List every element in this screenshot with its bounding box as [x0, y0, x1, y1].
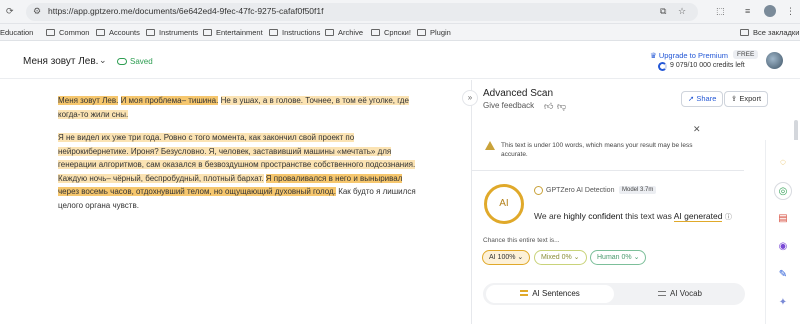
model-badge: Model 3.7m — [619, 186, 657, 194]
assistant-icon[interactable]: ◌ — [774, 154, 792, 172]
give-feedback-label: Give feedback — [483, 101, 535, 110]
folder-icon — [417, 29, 426, 36]
spiral-icon[interactable]: ◉ — [774, 238, 792, 256]
warning-icon — [485, 141, 495, 150]
share-button[interactable]: ➚ Share — [681, 91, 724, 107]
bookmark-folder[interactable]: Education — [0, 28, 33, 37]
credits-left: 9 079/10 000 credits left — [670, 62, 745, 69]
folder-icon — [269, 29, 278, 36]
tab-ai-sentences[interactable]: AI Sentences — [486, 285, 614, 303]
highlighted-sentence[interactable]: И моя проблема– тишина. — [120, 96, 219, 105]
profile-avatar[interactable] — [764, 5, 776, 17]
ai-percentage-pill[interactable]: AI 100% ⌄ — [482, 250, 531, 265]
bookmark-folder[interactable]: Plugin — [417, 28, 451, 37]
cloud-check-icon — [117, 58, 127, 65]
export-button[interactable]: ⇪ Export — [724, 91, 769, 107]
plan-badge: FREE — [733, 50, 759, 59]
highlighted-sentence[interactable]: Меня зовут Лев. — [58, 96, 119, 105]
menu-icon[interactable]: ⋮ — [786, 6, 795, 17]
header-divider — [0, 78, 800, 79]
media-icon[interactable]: ≡ — [745, 6, 750, 17]
close-icon[interactable]: ✕ — [693, 124, 701, 135]
pen-icon[interactable]: ✎ — [774, 266, 792, 284]
warning-text: This text is under 100 words, which mean… — [501, 142, 693, 158]
folder-icon — [146, 29, 155, 36]
vocab-icon — [657, 291, 666, 296]
browser-toolbar: ⟳ ⚙ https://app.gptzero.me/documents/6e6… — [0, 0, 800, 24]
bookmark-star-icon[interactable]: ☆ — [678, 6, 686, 17]
thumbs-up-icon[interactable]: 👍︎ — [544, 101, 553, 112]
bookmark-folder[interactable]: Српски! — [371, 28, 411, 37]
mixed-percentage-pill[interactable]: Mixed 0% ⌄ — [534, 250, 587, 265]
detector-icon[interactable]: ◎ — [774, 182, 792, 200]
paragraph: Меня зовут Лев. И моя проблема– тишина. … — [58, 94, 418, 121]
bookmark-folder[interactable]: Instruments — [146, 28, 198, 37]
folder-icon — [96, 29, 105, 36]
all-bookmarks[interactable]: Все закладки — [740, 28, 799, 37]
sparkle-icon[interactable]: ✦ — [774, 294, 792, 312]
saved-status: Saved — [117, 57, 153, 66]
bookmark-folder[interactable]: Archive — [325, 28, 363, 37]
tab-ai-vocab[interactable]: AI Vocab — [617, 285, 743, 303]
gptzero-logo-icon — [534, 186, 543, 195]
thumbs-down-icon[interactable]: 👎︎ — [557, 101, 566, 112]
paragraph: Я не видел их уже три года. Ровно с того… — [58, 131, 418, 212]
detector-label: GPTZero AI Detection — [546, 187, 615, 194]
folder-icon — [371, 29, 380, 36]
url-text[interactable]: https://app.gptzero.me/documents/6e642ed… — [48, 6, 323, 16]
sentences-icon — [520, 290, 529, 296]
ai-score-ring: AI — [484, 184, 524, 224]
user-avatar[interactable] — [766, 52, 783, 69]
extensions-icon[interactable]: ⬚ — [716, 6, 725, 17]
section-divider — [472, 170, 744, 171]
human-percentage-pill[interactable]: Human 0% ⌄ — [590, 250, 647, 265]
folder-icon — [203, 29, 212, 36]
bookmark-folder[interactable]: Accounts — [96, 28, 140, 37]
site-settings-icon[interactable]: ⚙ — [33, 6, 41, 17]
bookmark-folder[interactable]: Entertainment — [203, 28, 263, 37]
bookmark-folder[interactable]: Instructions — [269, 28, 320, 37]
document-icon[interactable]: ▤ — [774, 210, 792, 228]
document-editor[interactable]: Меня зовут Лев. И моя проблема– тишина. … — [58, 94, 418, 222]
verdict-text: We are highly confident this text was AI… — [534, 211, 732, 222]
credits-progress-icon — [658, 62, 667, 71]
collapse-panel-button[interactable]: » — [462, 90, 478, 106]
chevron-down-icon[interactable]: ⌄ — [99, 55, 107, 66]
folder-icon — [740, 29, 749, 36]
folder-icon — [325, 29, 334, 36]
bookmark-folder[interactable]: Common — [46, 28, 89, 37]
install-app-icon[interactable]: ⧉ — [660, 6, 666, 17]
document-title[interactable]: Меня зовут Лев. — [23, 56, 98, 67]
info-icon[interactable]: ⓘ — [725, 214, 732, 221]
upgrade-premium-link[interactable]: ♛ Upgrade to Premium — [650, 51, 728, 60]
folder-icon — [46, 29, 55, 36]
bookmarks-bar: Education Common Accounts Instruments En… — [0, 24, 800, 41]
refresh-icon[interactable]: ⟳ — [6, 6, 14, 17]
panel-divider — [471, 80, 472, 324]
chance-label: Chance this entire text is... — [483, 237, 560, 244]
analysis-tabs: AI Sentences AI Vocab — [483, 283, 745, 305]
panel-title: Advanced Scan — [483, 88, 554, 99]
